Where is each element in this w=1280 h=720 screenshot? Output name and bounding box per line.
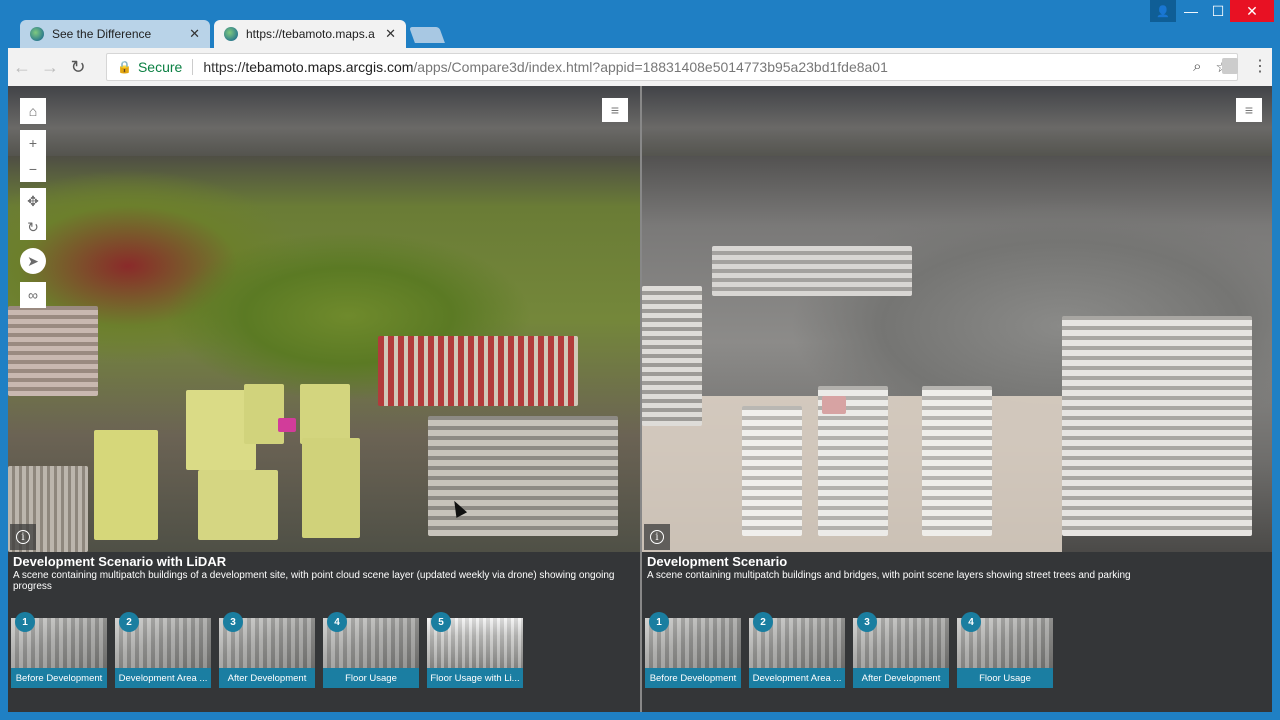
home-button[interactable]: ⌂ [20, 98, 46, 124]
slide-number-badge: 1 [15, 612, 35, 632]
slide-number-badge: 2 [753, 612, 773, 632]
tab-tebamoto[interactable]: https://tebamoto.maps.a ✕ [214, 20, 406, 48]
development-3d-scene-view[interactable]: ≡ i [642, 86, 1272, 552]
slide-floor-usage[interactable]: 4 Floor Usage [323, 612, 419, 688]
back-button[interactable]: ← [8, 53, 36, 81]
browser-titlebar: See the Difference ✕ https://tebamoto.ma… [0, 0, 1280, 48]
existing-building-block [642, 286, 702, 426]
slide-label: Before Development [645, 668, 741, 688]
vr-glasses-button[interactable]: ∞ [20, 282, 46, 308]
development-building-accent [822, 396, 846, 414]
minimize-button[interactable]: — [1176, 0, 1206, 22]
slide-before-development[interactable]: 1 Before Development [11, 612, 107, 688]
slide-gallery: 1 Before Development 2 Development Area ..… [645, 612, 1053, 688]
development-building [742, 406, 802, 536]
maximize-button[interactable]: ☐ [1203, 0, 1233, 22]
browser-toolbar: ← → ↻ 🔒 Secure https://tebamoto.maps.arc… [8, 48, 1272, 86]
development-building [244, 384, 284, 444]
slide-number-badge: 3 [857, 612, 877, 632]
scene-description: A scene containing multipatch buildings … [13, 570, 615, 592]
pan-button[interactable]: ✥ [20, 188, 46, 214]
info-icon: i [16, 530, 30, 544]
development-building [922, 386, 992, 536]
slide-development-area[interactable]: 2 Development Area ... [115, 612, 211, 688]
slide-label: Floor Usage with Li... [427, 668, 523, 688]
secure-label: Secure [138, 59, 194, 75]
existing-building-block [378, 336, 578, 406]
compare3d-app: ⌂ + − ✥ ↻ ➤ ∞ ≡ i Development Scenario w… [8, 86, 1272, 712]
zoom-out-button[interactable]: − [20, 156, 46, 182]
extension-icon[interactable] [1222, 58, 1238, 74]
slide-after-development[interactable]: 3 After Development [219, 612, 315, 688]
existing-building-block [712, 246, 912, 296]
slide-number-badge: 4 [961, 612, 981, 632]
slide-development-area[interactable]: 2 Development Area ... [749, 612, 845, 688]
rotate-button[interactable]: ↻ [20, 214, 46, 240]
development-building [302, 438, 360, 538]
scene-title: Development Scenario [647, 554, 788, 569]
slide-after-development[interactable]: 3 After Development [853, 612, 949, 688]
slide-floor-usage-lidar[interactable]: 5 Floor Usage with Li... [427, 612, 523, 688]
url-path: /apps/Compare3d/index.html?appid=1883140… [413, 59, 888, 75]
slide-number-badge: 3 [223, 612, 243, 632]
slide-label: Development Area ... [115, 668, 211, 688]
close-window-button[interactable]: ✕ [1230, 0, 1274, 22]
scene-description: A scene containing multipatch buildings … [647, 570, 1131, 581]
slide-label: After Development [219, 668, 315, 688]
info-button[interactable]: i [644, 524, 670, 550]
development-building [94, 430, 158, 540]
slide-label: After Development [853, 668, 949, 688]
tab-title: See the Difference [52, 27, 152, 41]
lidar-3d-scene-view[interactable]: ⌂ + − ✥ ↻ ➤ ∞ ≡ i [8, 86, 640, 552]
tab-close-icon[interactable]: ✕ [385, 26, 396, 42]
layer-list-button[interactable]: ≡ [1236, 98, 1262, 122]
reload-button[interactable]: ↻ [64, 53, 92, 81]
right-scene-info-panel: Development Scenario A scene containing … [642, 552, 1272, 712]
slide-label: Development Area ... [749, 668, 845, 688]
globe-favicon-icon [30, 27, 44, 41]
terrain-horizon [642, 86, 1272, 156]
tab-see-the-difference[interactable]: See the Difference ✕ [20, 20, 210, 48]
globe-favicon-icon [224, 27, 238, 41]
magnifier-icon[interactable]: ⌕ [1193, 58, 1201, 76]
slide-label: Before Development [11, 668, 107, 688]
tab-title: https://tebamoto.maps.a [246, 27, 375, 41]
slide-label: Floor Usage [957, 668, 1053, 688]
development-building [198, 470, 278, 540]
right-scene-pane: ≡ i Development Scenario A scene contain… [640, 86, 1272, 712]
slide-before-development[interactable]: 1 Before Development [645, 612, 741, 688]
slide-gallery: 1 Before Development 2 Development Area ..… [11, 612, 523, 688]
development-building [300, 384, 350, 444]
slide-floor-usage[interactable]: 4 Floor Usage [957, 612, 1053, 688]
existing-building-block [1062, 316, 1252, 536]
user-profile-icon[interactable]: 👤 [1150, 0, 1176, 22]
zoom-in-button[interactable]: + [20, 130, 46, 156]
slide-number-badge: 5 [431, 612, 451, 632]
left-scene-pane: ⌂ + − ✥ ↻ ➤ ∞ ≡ i Development Scenario w… [8, 86, 640, 712]
new-tab-button[interactable] [409, 27, 445, 43]
tab-close-icon[interactable]: ✕ [189, 26, 200, 42]
compass-icon[interactable]: ➤ [20, 248, 46, 274]
info-icon: i [650, 530, 664, 544]
url-host: tebamoto.maps.arcgis.com [245, 59, 414, 75]
info-button[interactable]: i [10, 524, 36, 550]
address-bar[interactable]: 🔒 Secure https://tebamoto.maps.arcgis.co… [106, 53, 1238, 81]
scene-title: Development Scenario with LiDAR [13, 554, 227, 569]
slide-number-badge: 2 [119, 612, 139, 632]
slide-number-badge: 4 [327, 612, 347, 632]
lock-icon: 🔒 [117, 60, 132, 74]
existing-building-block [428, 416, 618, 536]
url-text[interactable]: https://tebamoto.maps.arcgis.com/apps/Co… [203, 59, 888, 75]
forward-button[interactable]: → [36, 53, 64, 81]
slide-label: Floor Usage [323, 668, 419, 688]
development-building-accent [278, 418, 296, 432]
kebab-menu-icon[interactable]: ⋮ [1252, 56, 1268, 76]
terrain-horizon [8, 86, 640, 156]
layer-list-button[interactable]: ≡ [602, 98, 628, 122]
slide-number-badge: 1 [649, 612, 669, 632]
url-scheme: https:// [203, 59, 246, 75]
left-scene-info-panel: Development Scenario with LiDAR A scene … [8, 552, 640, 712]
existing-building-block [8, 306, 98, 396]
